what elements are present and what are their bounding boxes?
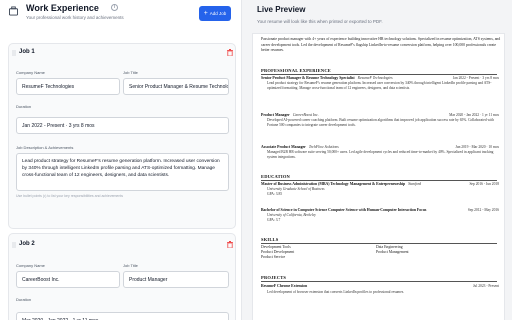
duration-label: Duration [16,104,32,109]
description-label: Job Description & Achievements [16,145,74,150]
exp-role: Associate Product Manager [261,145,306,149]
page-subtitle: Your professional work history and achie… [26,15,124,20]
page-title: Work Experience [26,3,99,13]
job-title-label: Job Title [123,263,138,268]
info-icon[interactable]: i [111,4,118,11]
exp-duration: Jan 2022 - Present · 3 yrs 8 mos [452,76,499,80]
edu-degree: Master of Business Administration (MBA) … [261,182,406,186]
plus-icon: + [203,10,208,17]
duration-input[interactable]: Mar 2020 - Jan 2022 · 1 yr 11 mos [16,312,229,320]
edu-duration: Sep 2012 - May 2016 [467,208,499,212]
project-item: ResumeF Chrome Extension Jul 2023 - Pres… [261,284,499,288]
add-job-button[interactable]: + Add Job [199,6,231,21]
resume-experience-item: Product Manager CareerBoost Inc. Mar 2020 … [261,113,499,129]
description-textarea[interactable]: Lead product strategy for ResumeF's resu… [16,153,229,191]
exp-duration: Jun 2019 - Mar 2020 · 10 mos [455,145,499,149]
exp-description: Managed B2B HR software suite serving 50… [267,150,494,160]
job-card-1: Job 1 Company Name ResumeF Technologies … [8,43,236,229]
skill-item: Product Management [376,250,409,254]
description-hint: Use bullet points (•) to list your key r… [16,194,124,198]
trash-icon[interactable] [227,241,233,248]
company-input[interactable]: CareerBoost Inc. [16,271,120,288]
job-title-input[interactable]: Senior Product Manager & Resume Technolo… [123,78,229,95]
editor-panel: Work Experience i Your professional work… [0,0,241,320]
drag-handle-icon[interactable] [12,242,16,248]
trash-icon[interactable] [227,49,233,56]
resume-experience-item: Senior Product Manager & Resume Technolo… [261,76,499,92]
company-label: Company Name [16,70,45,75]
resume-education-item: Master of Business Administration (MBA) … [261,182,499,198]
preview-subtitle: Your resume will look like this when pri… [257,19,383,24]
job-title-input[interactable]: Product Manager [123,271,229,288]
project-duration: Jul 2023 - Present [473,284,499,288]
drag-handle-icon[interactable] [12,50,16,56]
preview-title: Live Preview [257,5,306,14]
exp-description: Lead product strategy for ResumeF's resu… [267,81,492,91]
exp-role: Product Manager [261,113,290,117]
skill-item: Development Tools [261,245,291,249]
exp-company: TechFlow Solutions [308,145,339,149]
skill-item: Product Service [261,255,286,259]
edu-school-short: Stanford [408,182,422,186]
job-card-2: Job 2 Company Name CareerBoost Inc. Job … [8,233,236,320]
exp-duration: Mar 2020 - Jan 2022 · 1 yr 11 mos [449,113,499,117]
job-heading: Job 1 [19,49,35,55]
editor-header: Work Experience i Your professional work… [0,0,241,40]
project-description: Led development of browser extension tha… [267,290,405,294]
job-heading: Job 2 [19,241,35,247]
add-job-label: Add Job [209,11,227,16]
skills-grid: Development Tools Data Engineering Produ… [261,245,491,259]
preview-panel: Live Preview Your resume will look like … [242,0,512,320]
briefcase-icon [9,6,18,16]
duration-label: Duration [16,297,32,302]
section-experience: PROFESSIONAL EXPERIENCE [261,68,497,75]
edu-duration: Sep 2016 - Jun 2018 [469,182,499,186]
company-label: Company Name [16,263,45,268]
edu-gpa: GPA: 3.7 [267,218,281,223]
resume-experience-item: Associate Product Manager TechFlow Soluti… [261,145,499,161]
company-input[interactable]: ResumeF Technologies [16,78,120,95]
resume-summary: Passionate product manager with 4+ years… [261,37,501,53]
resume-education-item: Bachelor of Science in Computer Science … [261,208,499,224]
resume-page[interactable]: Passionate product manager with 4+ years… [252,33,505,320]
exp-company: ResumeF Technologies [357,76,393,80]
skill-item: Data Engineering [376,245,403,249]
exp-description: Developed AI-powered career coaching pla… [267,118,494,128]
project-name: ResumeF Chrome Extension [261,284,308,288]
edu-gpa: GPA: 3.85 [267,192,283,197]
exp-role: Senior Product Manager & Resume Technolo… [261,76,355,80]
edu-degree: Bachelor of Science in Computer Science … [261,208,427,212]
section-skills: SKILLS [261,237,497,244]
duration-input[interactable]: Jan 2022 - Present · 3 yrs 8 mos [16,117,229,134]
section-projects: PROJECTS [261,275,497,282]
job-title-label: Job Title [123,70,138,75]
skill-item: Product Development [261,250,295,254]
section-education: EDUCATION [261,174,497,181]
exp-company: CareerBoost Inc. [292,113,319,117]
